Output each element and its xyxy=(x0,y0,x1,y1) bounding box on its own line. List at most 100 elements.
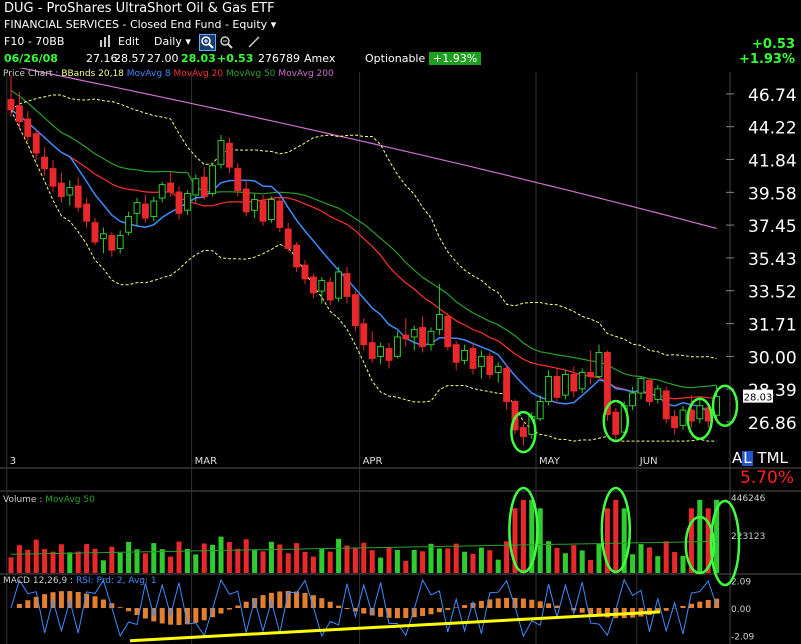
candle-body xyxy=(125,215,133,233)
volume-bar xyxy=(268,541,274,573)
y-tick-label: 46.74 xyxy=(748,86,797,106)
edit-button[interactable]: Edit xyxy=(118,35,139,48)
volume-bar xyxy=(319,549,325,573)
volume-bar xyxy=(478,547,484,573)
volume-bar xyxy=(646,547,652,573)
candle-body xyxy=(637,378,645,394)
candle-body xyxy=(284,228,292,249)
candle-body xyxy=(368,342,376,359)
volume-bar xyxy=(117,552,123,573)
alert-indicator[interactable]: AL TML xyxy=(732,451,788,466)
volume-bar xyxy=(151,543,157,573)
macd-hist-bar xyxy=(361,608,367,614)
macd-hist-bar xyxy=(126,608,132,612)
candle-body xyxy=(234,168,242,192)
candle-body xyxy=(503,367,511,402)
bar-chart-icon[interactable] xyxy=(100,35,112,50)
volume-bar xyxy=(613,499,619,573)
volume-bar xyxy=(285,553,291,573)
candle-body xyxy=(519,427,527,438)
candle-body xyxy=(167,182,175,193)
macd-tick-label: -2.09 xyxy=(731,632,755,642)
candle-body xyxy=(318,280,326,292)
macd-tick-label: 2.09 xyxy=(731,578,751,588)
volume-bar xyxy=(336,538,342,573)
macd-hist-bar xyxy=(579,608,585,613)
candle-body xyxy=(309,276,317,294)
candle-body xyxy=(83,203,91,222)
macd-legend: MACD 12,26,9 : RSI: Prd: 2, Avg: 1 xyxy=(3,576,157,586)
macd-hist-bar xyxy=(378,608,384,617)
symbol-title[interactable]: DUG - ProShares UltraShort Oil & Gas ETF xyxy=(4,2,275,15)
zoom-out-icon[interactable] xyxy=(219,35,234,53)
chart-toolbar: F10 - 70BB Edit Daily ▾ xyxy=(0,34,300,53)
layout-selector[interactable]: F10 - 70BB xyxy=(4,35,64,48)
macd-hist-bar xyxy=(193,608,199,623)
industry-label: FINANCIAL SERVICES - Closed End Fund - E… xyxy=(4,18,268,31)
candle-body xyxy=(654,388,662,400)
candle-body xyxy=(452,344,460,363)
candle-body xyxy=(360,323,368,346)
candle-body xyxy=(612,411,620,435)
volume-bar xyxy=(302,551,308,573)
volume-bar xyxy=(243,539,249,573)
macd-hist-bar xyxy=(260,595,266,608)
volume-bar xyxy=(495,559,501,573)
macd-hist-bar xyxy=(16,603,22,608)
macd-hist-bar xyxy=(663,608,669,611)
candle-body xyxy=(545,375,553,402)
macd-hist-bar xyxy=(159,608,165,624)
candle-body xyxy=(671,416,679,429)
ma200-line xyxy=(10,65,717,229)
y-tick-label: 39.58 xyxy=(748,184,797,204)
macd-hist-bar xyxy=(302,592,308,608)
symbol-subtitle[interactable]: FINANCIAL SERVICES - Closed End Fund - E… xyxy=(4,19,276,30)
volume-bar xyxy=(8,557,14,573)
candle-body xyxy=(477,355,485,367)
macd-hist-bar xyxy=(478,600,484,608)
macd-hist-bar xyxy=(445,608,451,610)
volume-legend: Volume : MovAvg 50 xyxy=(3,495,95,505)
macd-hist-bar xyxy=(201,608,207,621)
volume-bar xyxy=(277,544,283,573)
volume-bar xyxy=(462,551,468,573)
quote-exchange: Amex xyxy=(304,52,336,65)
macd-hist-bar xyxy=(294,591,300,608)
volume-bar xyxy=(386,547,392,573)
macd-hist-bar xyxy=(117,607,123,608)
al-prefix: A xyxy=(732,449,743,467)
macd-hist-bar xyxy=(705,599,711,608)
period-selector[interactable]: Daily ▾ xyxy=(154,35,191,48)
quote-volume: 276789 xyxy=(258,52,300,65)
candle-body xyxy=(696,405,704,420)
candle-body xyxy=(335,271,343,299)
quote-change: +0.53 xyxy=(217,52,254,65)
volume-bar xyxy=(210,544,216,573)
chevron-down-icon[interactable]: ▾ xyxy=(271,18,277,31)
candle-body xyxy=(578,371,586,390)
volume-bar xyxy=(680,556,686,573)
y-tick-label: 37.45 xyxy=(748,217,797,237)
chart-canvas[interactable]: 3 MAR APR MAY JUN 46.74 44.22 41.84 39.58 37.45 35… xyxy=(0,0,801,644)
volume-bar xyxy=(378,557,384,573)
volume-bar xyxy=(394,550,400,573)
percent-readout: 5.70% xyxy=(740,468,795,488)
candle-body xyxy=(57,182,65,198)
volume-bar xyxy=(655,556,661,573)
volume-bar xyxy=(537,508,543,573)
volume-bar xyxy=(50,551,56,573)
volume-bar xyxy=(327,551,333,573)
volume-bar xyxy=(470,553,476,573)
volume-bar xyxy=(487,550,493,573)
volume-bar xyxy=(260,551,266,573)
candle-body xyxy=(662,390,670,420)
zoom-in-icon[interactable] xyxy=(199,34,216,51)
draw-line-icon[interactable] xyxy=(247,35,261,52)
candle-body xyxy=(66,187,74,196)
candle-body xyxy=(183,193,191,211)
volume-bar xyxy=(403,560,409,573)
macd-hist-bar xyxy=(520,598,526,608)
candle-body xyxy=(141,203,149,219)
candle-body xyxy=(267,199,275,221)
macd-hist-bar xyxy=(176,608,182,625)
